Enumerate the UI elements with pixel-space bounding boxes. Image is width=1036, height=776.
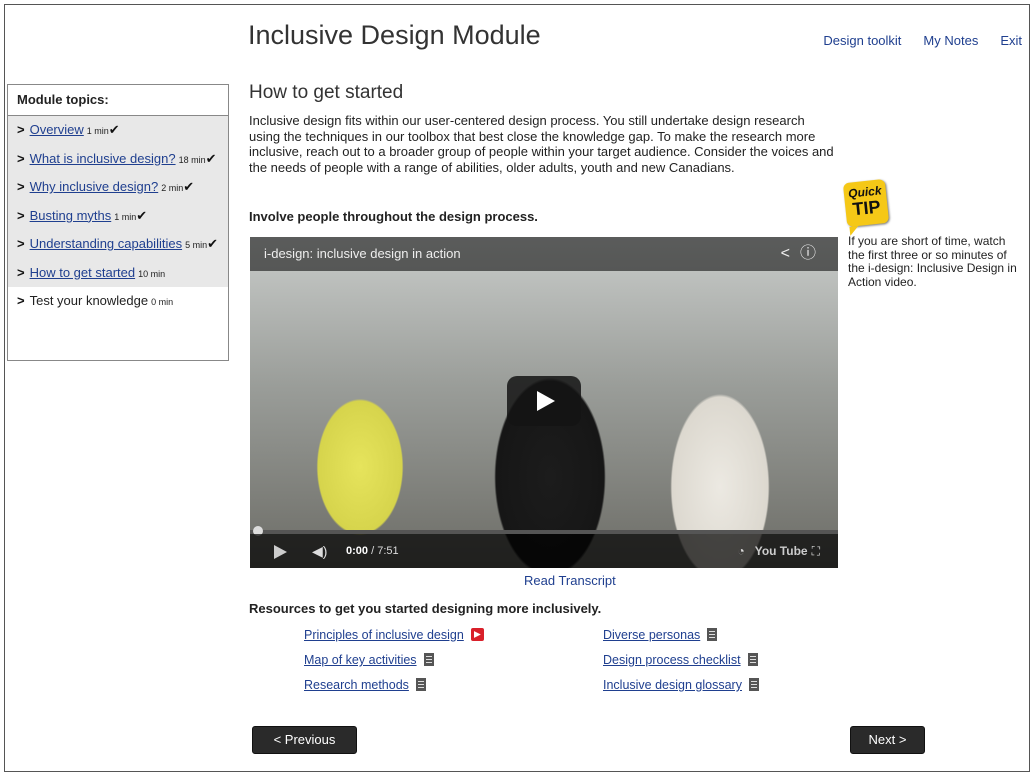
my-notes-link[interactable]: My Notes (923, 33, 978, 48)
sidebar-item-label[interactable]: Overview (30, 122, 84, 137)
quick-tip-badge-bottom: TIP (851, 196, 882, 220)
pdf-icon (470, 628, 484, 641)
checkmark-icon: ✔ (136, 207, 148, 223)
sidebar-item-label[interactable]: What is inclusive design? (30, 151, 176, 166)
checkmark-icon: ✔ (183, 179, 195, 194)
document-icon (747, 653, 758, 666)
exit-link[interactable]: Exit (1000, 33, 1022, 48)
resource-item: Principles of inclusive design (304, 628, 484, 642)
play-button[interactable] (507, 376, 581, 426)
sidebar-heading: Module topics: (8, 85, 228, 116)
resources-left-column: Principles of inclusive design Map of ke… (304, 628, 484, 692)
sidebar-item-what-is-inclusive-design[interactable]: > What is inclusive design? 18 min✔ (8, 144, 228, 173)
chevron-right-icon: > (17, 179, 25, 194)
document-icon (707, 628, 718, 641)
principles-link[interactable]: Principles of inclusive design (304, 628, 464, 642)
map-of-key-activities-link[interactable]: Map of key activities (304, 653, 417, 667)
chevron-right-icon: > (17, 122, 25, 137)
resources-heading: Resources to get you started designing m… (249, 601, 602, 616)
checkmark-icon: ✔ (207, 236, 218, 251)
page-title: Inclusive Design Module (248, 20, 541, 50)
total-time: / 7:51 (371, 545, 399, 557)
design-toolkit-link[interactable]: Design toolkit (823, 33, 901, 48)
duration: 10 min (138, 268, 166, 279)
resources-right-column: Diverse personas Design process checklis… (603, 628, 759, 692)
sidebar-item-overview[interactable]: > Overview 1 min✔ (8, 116, 228, 145)
video-player[interactable]: i-design: inclusive design in action <ⓘ … (250, 237, 838, 568)
chevron-right-icon: > (17, 236, 25, 251)
inclusive-design-glossary-link[interactable]: Inclusive design glossary (603, 678, 742, 692)
current-time: 0:00 (346, 545, 369, 557)
volume-icon[interactable]: ◀) (312, 534, 327, 568)
duration: 18 min (178, 154, 206, 165)
module-topics-sidebar: Module topics: > Overview 1 min✔ > What is … (7, 84, 229, 361)
sidebar-item-understanding-capabilities[interactable]: > Understanding capabilities 5 min✔ (8, 230, 228, 259)
previous-button[interactable]: < Previous (252, 726, 357, 754)
sidebar-item-why-inclusive-design[interactable]: > Why inclusive design? 2 min✔ (8, 173, 228, 202)
top-nav: Design toolkit My Notes Exit (823, 33, 1022, 48)
next-button[interactable]: Next > (850, 726, 925, 754)
chevron-right-icon: > (17, 150, 25, 166)
intro-paragraph: Inclusive design fits within our user-ce… (249, 113, 834, 175)
video-title: i-design: inclusive design in action (264, 246, 461, 261)
document-icon (415, 678, 426, 691)
video-controls: ◀) 0:00 / 7:51 ◔ You Tube ⛶ (250, 534, 838, 568)
sidebar-item-busting-myths[interactable]: > Busting myths 1 min✔ (8, 201, 228, 230)
sidebar-item-label[interactable]: Why inclusive design? (30, 179, 159, 194)
sidebar-item-label[interactable]: Understanding capabilities (30, 236, 182, 251)
read-transcript-link[interactable]: Read Transcript (524, 573, 616, 588)
document-icon (423, 653, 434, 666)
duration: 1 min (114, 211, 137, 222)
duration: 1 min (86, 126, 109, 136)
fullscreen-icon[interactable]: ⛶ (812, 544, 826, 558)
duration: 2 min (161, 183, 184, 193)
document-icon (748, 678, 759, 691)
chevron-right-icon: > (17, 264, 25, 280)
chevron-right-icon: > (17, 293, 25, 308)
info-icon[interactable]: ⓘ (800, 245, 826, 262)
video-time: 0:00 / 7:51 (346, 534, 399, 568)
play-icon[interactable] (274, 545, 287, 559)
checkmark-icon: ✔ (205, 150, 217, 166)
duration: 0 min (151, 297, 174, 307)
sidebar-item-label[interactable]: How to get started (30, 265, 136, 280)
resource-item: Map of key activities (304, 653, 484, 667)
quick-tip-text: If you are short of time, watch the firs… (848, 234, 1017, 289)
sidebar-item-test-your-knowledge: > Test your knowledge 0 min (8, 287, 228, 316)
resource-item: Inclusive design glossary (603, 678, 759, 692)
sidebar-item-how-to-get-started[interactable]: > How to get started 10 min (8, 258, 228, 287)
research-methods-link[interactable]: Research methods (304, 678, 409, 692)
design-process-checklist-link[interactable]: Design process checklist (603, 653, 741, 667)
chevron-right-icon: > (17, 207, 25, 223)
checkmark-icon: ✔ (108, 122, 120, 137)
sidebar-item-label: Test your knowledge (29, 293, 149, 308)
involve-subheading: Involve people throughout the design pro… (249, 209, 538, 224)
diverse-personas-link[interactable]: Diverse personas (603, 628, 700, 642)
sidebar-item-label[interactable]: Busting myths (30, 208, 112, 223)
resource-item: Research methods (304, 678, 484, 692)
youtube-logo[interactable]: You Tube (751, 544, 812, 558)
resource-item: Diverse personas (603, 628, 759, 642)
video-title-bar: i-design: inclusive design in action <ⓘ (250, 237, 838, 271)
section-heading: How to get started (249, 82, 404, 103)
duration: 5 min (185, 240, 208, 250)
share-icon[interactable]: < (781, 245, 800, 262)
quick-tip-badge-icon: Quick TIP (842, 178, 890, 228)
clock-icon[interactable]: ◔ (737, 544, 750, 558)
resource-item: Design process checklist (603, 653, 759, 667)
